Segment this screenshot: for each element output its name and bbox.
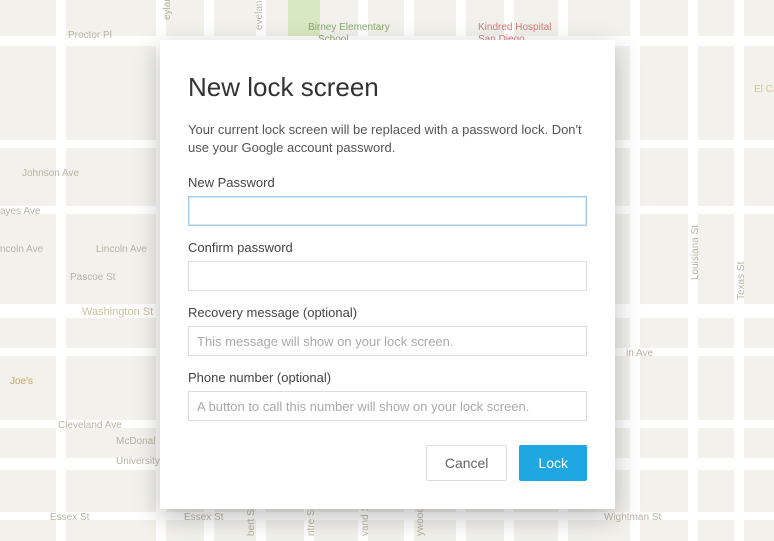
map-poi-food: Joe's xyxy=(10,376,33,387)
new-password-input[interactable] xyxy=(188,196,587,226)
dialog-button-row: Cancel Lock xyxy=(188,445,587,481)
map-label: El Ca xyxy=(754,84,774,95)
new-password-label: New Password xyxy=(188,175,587,190)
map-label: Washington St xyxy=(82,306,153,318)
map-label: Louisiana St xyxy=(690,225,701,280)
confirm-password-input[interactable] xyxy=(188,261,587,291)
map-label: Pascoe St xyxy=(70,272,116,283)
cancel-button[interactable]: Cancel xyxy=(426,445,508,481)
field-phone-number: Phone number (optional) xyxy=(188,370,587,421)
recovery-message-input[interactable] xyxy=(188,326,587,356)
map-label: ywood xyxy=(415,507,426,536)
map-label: Texas St xyxy=(736,262,747,300)
map-label: eyland St xyxy=(162,0,173,20)
map-poi-food: McDonal xyxy=(116,436,155,447)
lock-button[interactable]: Lock xyxy=(519,445,587,481)
map-label: Lincoln Ave xyxy=(96,244,147,255)
confirm-password-label: Confirm password xyxy=(188,240,587,255)
map-label: in Ave xyxy=(626,348,653,359)
map-label: Wightman St xyxy=(604,512,661,523)
new-lock-screen-dialog: New lock screen Your current lock screen… xyxy=(160,40,615,509)
map-label: ntre St xyxy=(306,507,317,536)
map-label: Proctor Pl xyxy=(68,30,112,41)
field-recovery-message: Recovery message (optional) xyxy=(188,305,587,356)
map-label: bert St xyxy=(246,507,257,536)
map-poi-hospital: Kindred Hospital xyxy=(478,22,551,33)
map-label: ayes Ave xyxy=(0,206,40,217)
map-label: Cleveland Ave xyxy=(58,420,122,431)
map-poi-school: Birney Elementary xyxy=(308,22,390,33)
field-new-password: New Password xyxy=(188,175,587,226)
phone-number-input[interactable] xyxy=(188,391,587,421)
map-label: Johnson Ave xyxy=(22,168,79,179)
map-label: ncoln Ave xyxy=(0,244,43,255)
map-label: Essex St xyxy=(50,512,89,523)
dialog-description: Your current lock screen will be replace… xyxy=(188,121,587,157)
phone-number-label: Phone number (optional) xyxy=(188,370,587,385)
map-label: University xyxy=(116,456,160,467)
field-confirm-password: Confirm password xyxy=(188,240,587,291)
map-road xyxy=(56,0,66,541)
dialog-title: New lock screen xyxy=(188,72,587,103)
recovery-message-label: Recovery message (optional) xyxy=(188,305,587,320)
map-label: Essex St xyxy=(184,512,223,523)
map-label: eveland Ave xyxy=(254,0,265,30)
map-road xyxy=(630,0,640,541)
